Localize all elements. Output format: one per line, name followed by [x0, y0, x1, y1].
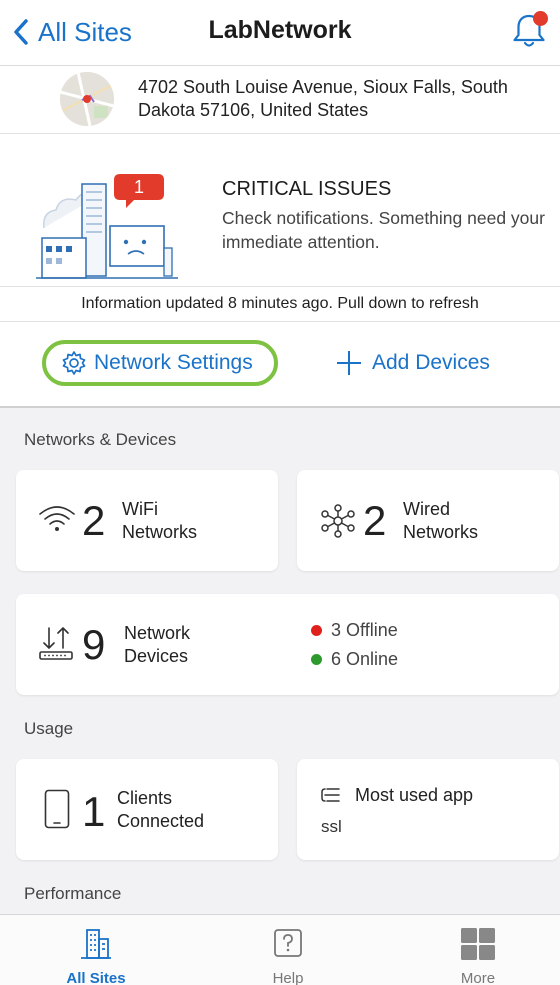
network-settings-label: Network Settings [94, 351, 253, 374]
clients-label-line1: Clients [117, 788, 173, 808]
performance-heading: Performance [24, 884, 122, 903]
app-list-icon [321, 788, 340, 802]
wired-count: 2 [363, 497, 387, 544]
wired-networks-card[interactable]: 2 Wired Networks [297, 470, 559, 571]
last-updated-info: Information updated 8 minutes ago. Pull … [0, 286, 560, 322]
map-thumbnail [60, 72, 114, 126]
tab-all-sites-label: All Sites [66, 970, 126, 985]
most-used-app-title: Most used app [355, 785, 474, 805]
wifi-networks-card[interactable]: 2 WiFi Networks [16, 470, 278, 571]
gear-icon [62, 351, 86, 375]
wifi-icon [39, 506, 75, 531]
site-address: 4702 South Louise Avenue, Sioux Falls, S… [138, 77, 508, 120]
tab-help-label: Help [272, 970, 304, 985]
most-used-app-card[interactable]: Most used app ssl [297, 759, 559, 860]
page-title: LabNetwork [208, 16, 352, 44]
online-count: 6 Online [331, 649, 399, 669]
critical-badge-count: 1 [133, 177, 144, 197]
quick-actions-bar: Network Settings Add Devices [0, 322, 560, 408]
wifi-label-line2: Networks [122, 522, 198, 542]
most-used-app-value: ssl [321, 817, 342, 836]
network-devices-card[interactable]: 9 Network Devices 3 Offline 6 Online [16, 594, 559, 695]
notifications-button[interactable] [508, 10, 550, 52]
offline-dot [311, 625, 322, 636]
plus-icon [337, 351, 361, 375]
notification-dot [533, 11, 548, 26]
critical-issues-description: Check notifications. Something need your… [222, 208, 545, 252]
grid-icon [461, 928, 495, 960]
devices-online-status: 6 Online [311, 649, 398, 670]
phone-icon [44, 789, 70, 829]
devices-label-line2: Devices [124, 646, 189, 666]
wifi-label-line1: WiFi [122, 499, 158, 519]
wired-label-line2: Networks [403, 522, 479, 542]
site-address-row[interactable]: 4702 South Louise Avenue, Sioux Falls, S… [0, 66, 560, 134]
device-transfer-icon [39, 627, 73, 660]
networks-devices-heading: Networks & Devices [24, 430, 177, 449]
offline-count: 3 Offline [331, 620, 398, 640]
bottom-tab-bar: All Sites Help More [0, 914, 560, 985]
tab-more-label: More [460, 970, 496, 985]
critical-issues-title: CRITICAL ISSUES [222, 178, 392, 200]
network-settings-button[interactable]: Network Settings [42, 340, 278, 386]
tab-more[interactable]: More [408, 915, 548, 985]
devices-offline-status: 3 Offline [311, 620, 398, 641]
critical-issues-banner[interactable]: 1 CRITICAL ISSUES Check notifications. S… [0, 134, 560, 286]
clients-count: 1 [82, 788, 106, 835]
devices-count: 9 [82, 621, 106, 668]
add-devices-label: Add Devices [372, 351, 490, 374]
devices-label-line1: Network [124, 623, 191, 643]
clients-connected-card[interactable]: 1 Clients Connected [16, 759, 278, 860]
wifi-count: 2 [82, 497, 106, 544]
wired-label-line1: Wired [403, 499, 451, 519]
top-nav-bar: All Sites LabNetwork [0, 0, 560, 66]
clients-label-line2: Connected [117, 811, 205, 831]
tab-help[interactable]: Help [218, 915, 358, 985]
help-icon [274, 929, 302, 957]
buildings-icon [81, 929, 111, 959]
tab-all-sites[interactable]: All Sites [26, 915, 166, 985]
add-devices-button[interactable]: Add Devices [336, 340, 490, 386]
online-dot [311, 654, 322, 665]
usage-heading: Usage [24, 719, 74, 738]
network-topology-icon [321, 504, 355, 538]
